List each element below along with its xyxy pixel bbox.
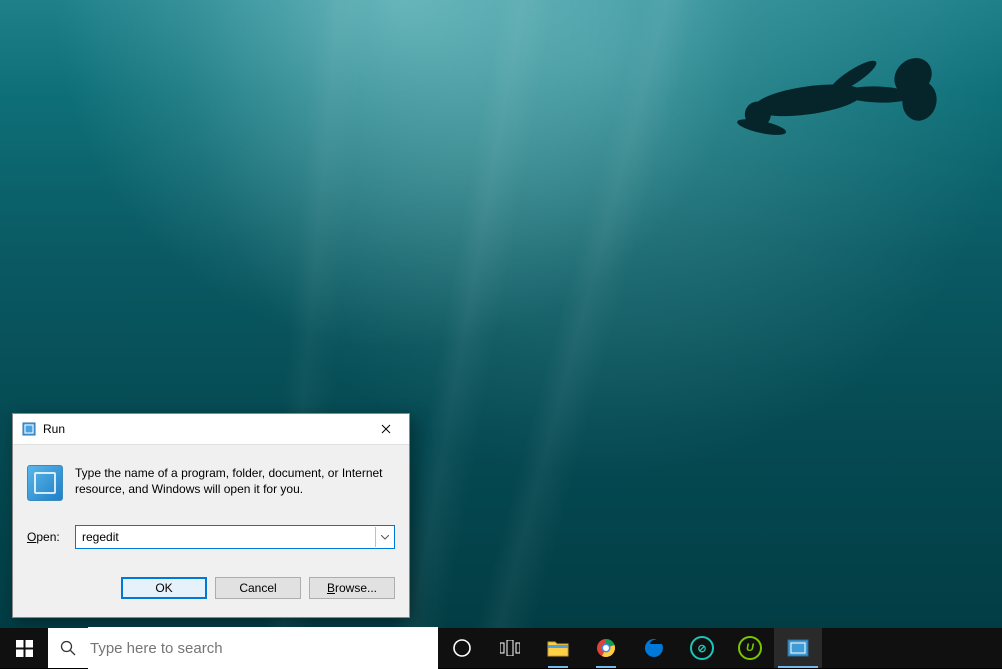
run-titlebar[interactable]: Run [13, 414, 409, 445]
taskbar-chrome[interactable] [582, 628, 630, 668]
browse-button[interactable]: Browse... [309, 577, 395, 599]
teal-circle-icon: ⊘ [690, 636, 714, 660]
taskbar-file-explorer[interactable] [534, 628, 582, 668]
open-input[interactable] [76, 527, 375, 547]
cortana-icon [452, 638, 472, 658]
taskbar-run-app[interactable] [774, 628, 822, 668]
windows-logo-icon [16, 640, 33, 657]
start-button[interactable] [0, 628, 48, 668]
task-view-button[interactable] [486, 628, 534, 668]
run-dialog: Run Type the name of a program, folder, … [12, 413, 410, 618]
run-app-icon [27, 465, 63, 501]
taskbar-app-teal-circle[interactable]: ⊘ [678, 628, 726, 668]
taskbar-search[interactable] [48, 628, 438, 668]
edge-icon [644, 638, 664, 658]
run-taskbar-icon [787, 639, 809, 657]
open-combobox[interactable] [75, 525, 395, 549]
taskbar: ⊘ U [0, 628, 1002, 668]
run-titlebar-icon [21, 421, 37, 437]
search-icon [48, 640, 88, 656]
close-button[interactable] [363, 414, 409, 444]
run-description: Type the name of a program, folder, docu… [75, 465, 395, 501]
cancel-button[interactable]: Cancel [215, 577, 301, 599]
file-explorer-icon [547, 639, 569, 657]
taskbar-search-input[interactable] [88, 627, 438, 669]
chrome-icon [596, 638, 616, 658]
taskbar-app-green-u[interactable]: U [726, 628, 774, 668]
taskbar-edge[interactable] [630, 628, 678, 668]
wallpaper-swimmer [707, 31, 927, 149]
run-title: Run [43, 422, 363, 436]
green-u-icon: U [738, 636, 762, 660]
combobox-dropdown-button[interactable] [375, 527, 394, 547]
ok-button[interactable]: OK [121, 577, 207, 599]
open-label: Open: [27, 530, 75, 544]
cortana-button[interactable] [438, 628, 486, 668]
task-view-icon [500, 640, 520, 656]
